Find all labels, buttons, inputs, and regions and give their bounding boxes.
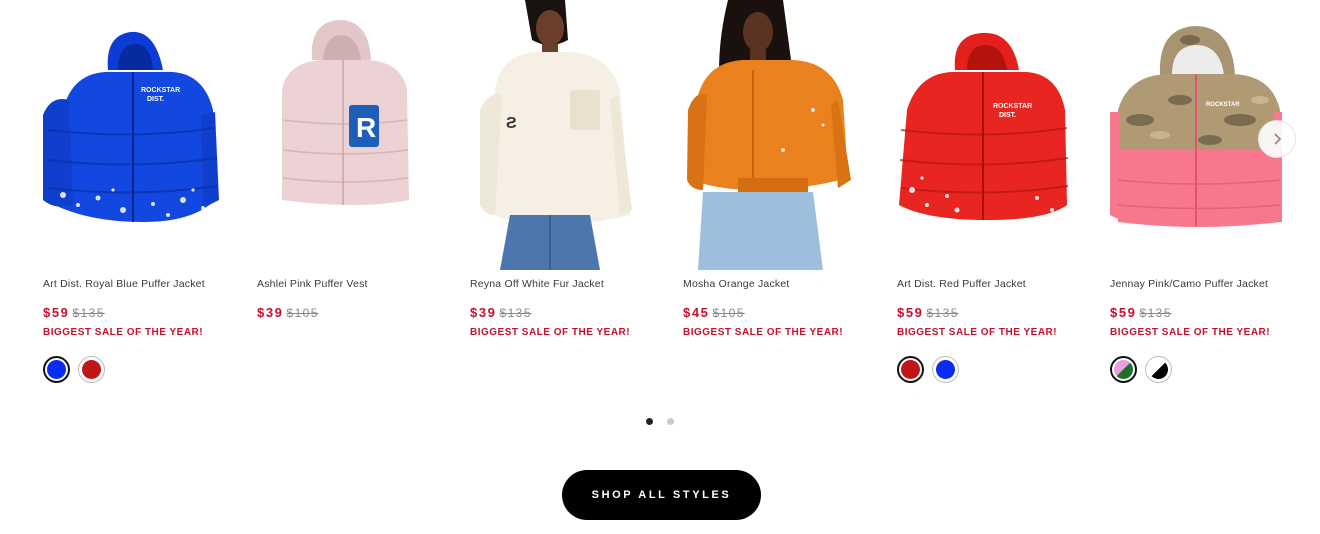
product-title[interactable]: Mosha Orange Jacket — [683, 278, 790, 290]
promo-text: BIGGEST SALE OF THE YEAR! — [1110, 327, 1271, 338]
svg-text:R: R — [356, 112, 376, 143]
shop-all-styles-button[interactable]: SHOP ALL STYLES — [562, 470, 761, 520]
sale-price: $59 — [897, 305, 924, 320]
svg-text:ROCKSTAR: ROCKSTAR — [1206, 102, 1240, 108]
price-group: $39 $135 — [470, 304, 532, 322]
product-title[interactable]: Reyna Off White Fur Jacket — [470, 278, 604, 290]
svg-text:ROCKSTAR: ROCKSTAR — [141, 87, 180, 94]
product-title[interactable]: Art Dist. Royal Blue Puffer Jacket — [43, 278, 205, 290]
carousel-pagination — [0, 418, 1320, 425]
product-image[interactable] — [683, 0, 883, 270]
swatch-red[interactable] — [897, 356, 924, 383]
promo-text: BIGGEST SALE OF THE YEAR! — [470, 327, 631, 338]
swatch-royal-blue[interactable] — [43, 356, 70, 383]
pink-puffer-vest-image: R — [282, 20, 409, 205]
svg-text:DIST.: DIST. — [999, 112, 1016, 119]
product-card[interactable]: R Ashlei Pink Puffer Vest $39 $105 — [257, 0, 457, 320]
compare-price: $135 — [926, 306, 959, 320]
swatch-red[interactable] — [78, 356, 105, 383]
product-image[interactable]: ROCKSTAR DIST. — [897, 0, 1097, 270]
white-fur-jacket-model-image: Ƨ — [480, 0, 632, 270]
swatch-white-black[interactable] — [1145, 356, 1172, 383]
price-group: $45 $105 — [683, 304, 745, 322]
sale-price: $59 — [43, 305, 70, 320]
carousel-next-button[interactable] — [1258, 120, 1296, 158]
promo-text: BIGGEST SALE OF THE YEAR! — [897, 327, 1058, 338]
compare-price: $105 — [286, 306, 319, 320]
compare-price: $135 — [72, 306, 105, 320]
product-title[interactable]: Jennay Pink/Camo Puffer Jacket — [1110, 278, 1268, 290]
product-card[interactable]: ROCKSTAR DIST. Art Dist. Royal Blue Puff… — [43, 0, 243, 383]
product-card[interactable]: Mosha Orange Jacket $45 $105 BIGGEST SALE… — [683, 0, 883, 338]
product-carousel: ROCKSTAR DIST. Art Dist. Royal Blue Puff… — [0, 0, 1320, 400]
product-title[interactable]: Art Dist. Red Puffer Jacket — [897, 278, 1026, 290]
compare-price: $135 — [1139, 306, 1172, 320]
price-group: $59 $135 — [43, 304, 105, 322]
blue-puffer-jacket-image: ROCKSTAR DIST. — [43, 31, 219, 223]
price-group: $59 $135 — [1110, 304, 1172, 322]
swatch-royal-blue[interactable] — [932, 356, 959, 383]
sale-price: $39 — [470, 305, 497, 320]
pagination-dot-1[interactable] — [646, 418, 653, 425]
product-card[interactable]: ROCKSTAR DIST. Art Dist. Red Puffer Jack… — [897, 0, 1097, 383]
product-card[interactable]: Ƨ Reyna Off White Fur Jacket $39 $135 BIG… — [470, 0, 670, 338]
color-swatches — [897, 356, 959, 383]
promo-text: BIGGEST SALE OF THE YEAR! — [683, 327, 844, 338]
compare-price: $105 — [712, 306, 745, 320]
product-image[interactable]: Ƨ — [470, 0, 670, 270]
red-puffer-jacket-image: ROCKSTAR DIST. — [899, 32, 1069, 221]
price-group: $59 $135 — [897, 304, 959, 322]
sale-price: $59 — [1110, 305, 1137, 320]
sale-price: $45 — [683, 305, 710, 320]
promo-text: BIGGEST SALE OF THE YEAR! — [43, 327, 204, 338]
svg-text:ROCKSTAR: ROCKSTAR — [993, 103, 1032, 110]
product-image[interactable]: R — [257, 0, 457, 270]
product-image[interactable]: ROCKSTAR DIST. — [43, 0, 243, 270]
sale-price: $39 — [257, 305, 284, 320]
price-group: $39 $105 — [257, 304, 319, 322]
compare-price: $135 — [499, 306, 532, 320]
pagination-dot-2[interactable] — [667, 418, 674, 425]
color-swatches — [43, 356, 105, 383]
orange-jacket-model-image — [687, 0, 851, 270]
svg-text:Ƨ: Ƨ — [506, 115, 517, 132]
swatch-pink-green[interactable] — [1110, 356, 1137, 383]
color-swatches — [1110, 356, 1172, 383]
svg-text:DIST.: DIST. — [147, 96, 164, 103]
product-title[interactable]: Ashlei Pink Puffer Vest — [257, 278, 368, 290]
chevron-right-icon — [1274, 133, 1282, 145]
